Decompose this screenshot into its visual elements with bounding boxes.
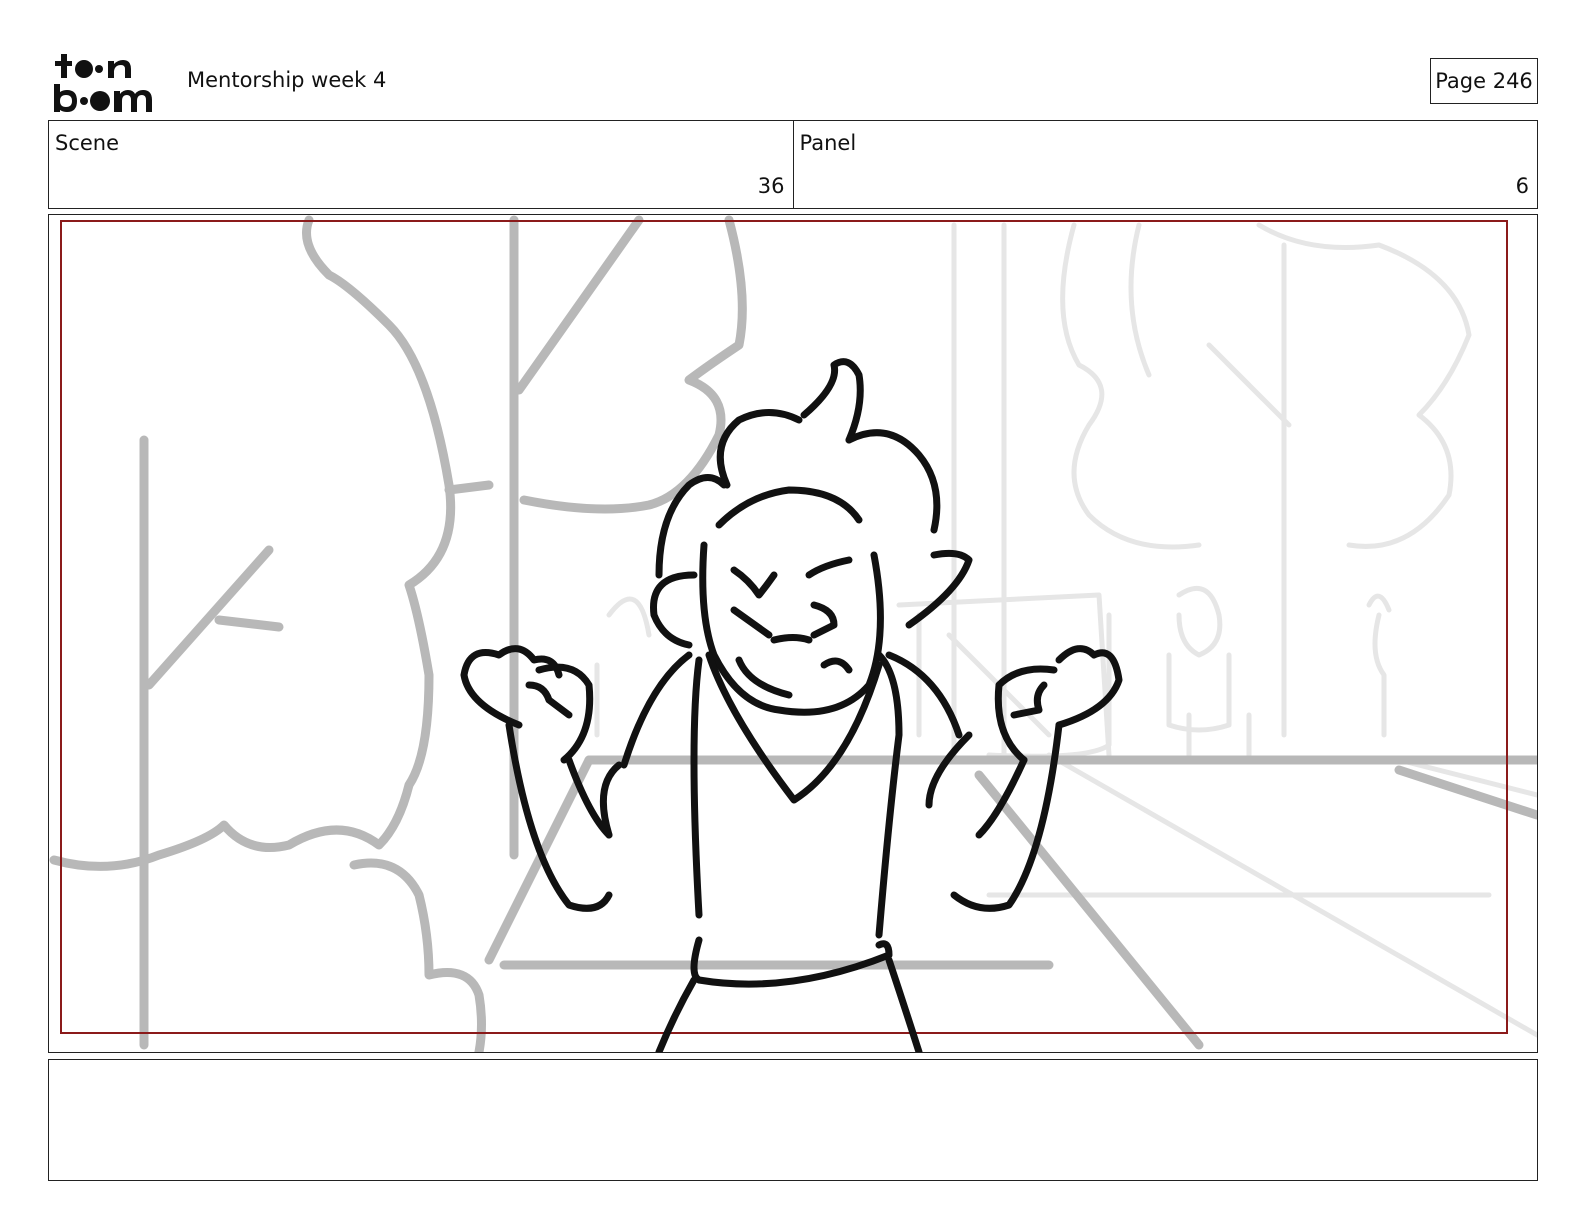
scene-panel-header: Scene 36 Panel 6	[48, 120, 1538, 209]
panel-number: 6	[1515, 174, 1529, 198]
toon-boom-logo	[54, 54, 152, 112]
scene-label: Scene	[55, 131, 120, 155]
document-title: Mentorship week 4	[187, 68, 387, 92]
page-number: Page 246	[1430, 58, 1538, 104]
panel-notes-box	[48, 1059, 1538, 1181]
scene-number: 36	[757, 174, 785, 198]
panel-label: Panel	[799, 131, 857, 155]
panel-cell: Panel 6	[792, 121, 1538, 208]
storyboard-panel	[48, 214, 1538, 1053]
scene-cell: Scene 36	[49, 121, 793, 208]
storyboard-sketch-image	[49, 215, 1537, 1052]
